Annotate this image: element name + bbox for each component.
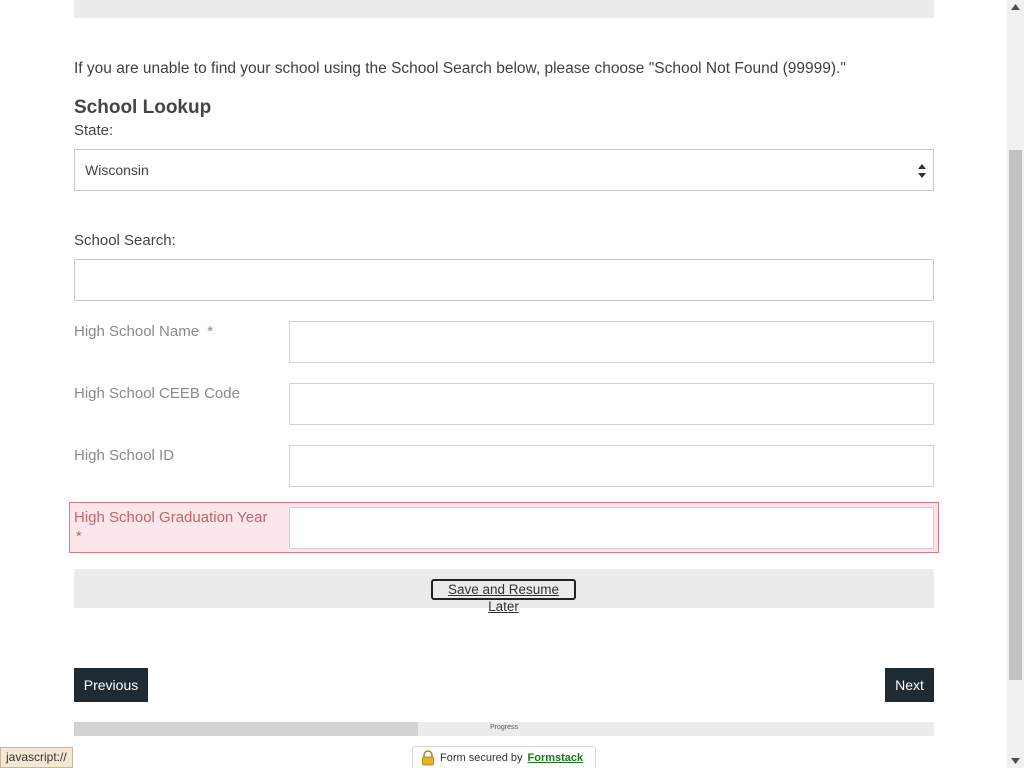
progress-label: Progress <box>489 724 518 731</box>
next-button[interactable]: Next <box>885 668 934 702</box>
previous-button[interactable]: Previous <box>74 668 148 702</box>
high-school-id-input[interactable] <box>289 445 934 487</box>
formstack-link[interactable]: Formstack <box>528 752 584 764</box>
school-search-label: School Search: <box>74 232 176 249</box>
high-school-id-label: High School ID <box>74 447 175 464</box>
save-and-resume-button[interactable]: Save and Resume Later <box>431 579 576 614</box>
ceeb-code-input[interactable] <box>289 383 934 425</box>
scrollbar[interactable] <box>1007 0 1024 768</box>
lock-icon <box>422 750 434 766</box>
scroll-thumb[interactable] <box>1009 150 1022 680</box>
section-title: School Lookup <box>74 97 212 118</box>
state-label: State: <box>74 122 114 139</box>
intro-text: If you are unable to find your school us… <box>74 60 846 77</box>
scroll-down-arrow-icon[interactable] <box>1011 758 1020 764</box>
ceeb-code-label: High School CEEB Code <box>74 385 240 402</box>
graduation-year-label: High School Graduation Year * <box>74 508 284 546</box>
scroll-up-arrow-icon[interactable] <box>1011 4 1020 10</box>
required-asterisk: * <box>207 323 214 340</box>
secured-text: Form secured by <box>440 752 523 764</box>
graduation-year-label-text: High School Graduation Year <box>74 509 268 526</box>
high-school-name-label: High School Name * <box>74 322 284 341</box>
school-search-input[interactable] <box>74 259 934 301</box>
state-select-value: Wisconsin <box>85 162 149 178</box>
form-secured-badge: Form secured by Formstack <box>412 746 596 768</box>
high-school-name-input[interactable] <box>289 321 934 363</box>
top-section-bar <box>74 0 934 18</box>
state-select[interactable]: Wisconsin <box>74 149 934 191</box>
status-bar-url: javascript:// <box>0 747 73 768</box>
select-arrows-icon <box>918 164 926 178</box>
progress-bar: Progress <box>74 722 934 736</box>
graduation-year-input[interactable] <box>289 507 934 549</box>
required-asterisk: * <box>76 528 82 545</box>
high-school-name-label-text: High School Name <box>74 323 200 340</box>
